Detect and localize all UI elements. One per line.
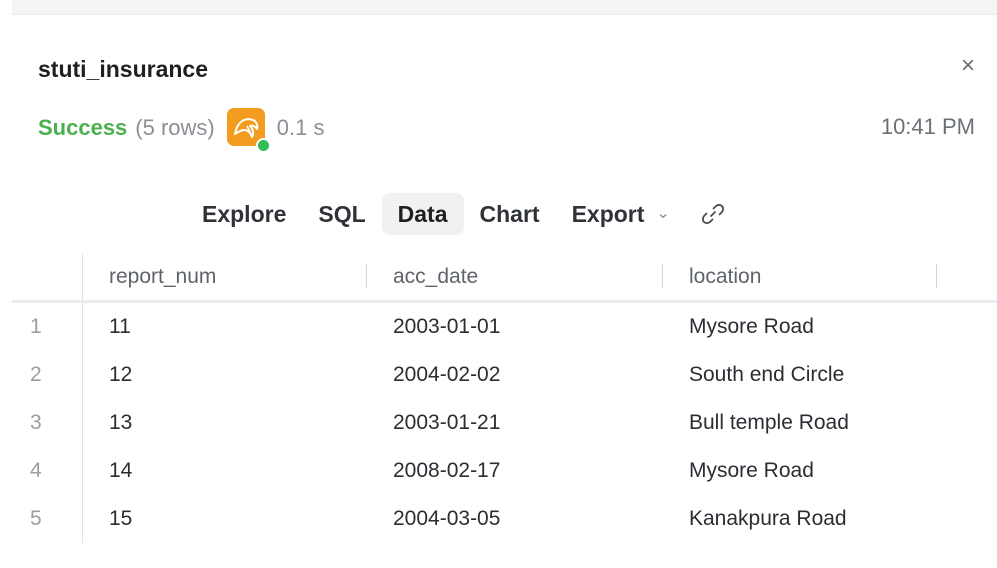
column-header-acc-date[interactable]: acc_date <box>367 254 663 303</box>
link-icon[interactable] <box>700 201 726 227</box>
cell-acc-date[interactable]: 2004-02-02 <box>367 351 663 399</box>
result-tabs: Explore SQL Data Chart Export ⌄ <box>186 192 726 236</box>
column-header-report-num[interactable]: report_num <box>82 254 367 303</box>
query-result-panel: stuti_insurance × Success (5 rows) 0.1 s… <box>0 0 997 568</box>
row-index: 3 <box>12 399 83 447</box>
table-row: 1 11 2003-01-01 Mysore Road <box>12 301 997 352</box>
tab-data[interactable]: Data <box>381 193 464 235</box>
cell-location[interactable]: Mysore Road <box>663 447 997 495</box>
cell-location[interactable]: South end Circle <box>663 351 997 399</box>
status-row: Success (5 rows) 0.1 s <box>38 108 325 153</box>
top-divider <box>12 0 997 15</box>
status-label: Success <box>38 115 128 140</box>
row-index: 2 <box>12 351 83 399</box>
table-row: 2 12 2004-02-02 South end Circle <box>12 351 997 399</box>
tab-sql[interactable]: SQL <box>302 193 381 235</box>
table-header-row: report_num acc_date location <box>12 254 997 303</box>
result-table: report_num acc_date location 1 11 2003-0… <box>12 254 997 543</box>
cell-location[interactable]: Bull temple Road <box>663 399 997 447</box>
cell-acc-date[interactable]: 2008-02-17 <box>367 447 663 495</box>
cell-report-num[interactable]: 15 <box>83 495 368 543</box>
row-index: 4 <box>12 447 83 495</box>
export-label: Export <box>571 201 645 227</box>
cell-report-num[interactable]: 13 <box>83 399 368 447</box>
tab-export[interactable]: Export ⌄ <box>556 193 686 235</box>
cell-location[interactable]: Mysore Road <box>663 302 997 352</box>
chevron-down-icon: ⌄ <box>656 205 670 222</box>
table-row: 5 15 2004-03-05 Kanakpura Road <box>12 495 997 543</box>
row-index: 5 <box>12 495 83 543</box>
row-index: 1 <box>12 301 83 351</box>
cell-report-num[interactable]: 14 <box>83 447 368 495</box>
close-icon[interactable]: × <box>956 54 980 78</box>
tab-explore[interactable]: Explore <box>186 193 302 235</box>
cell-report-num[interactable]: 11 <box>83 302 368 352</box>
connection-status-dot <box>255 138 271 153</box>
connection-title: stuti_insurance <box>38 56 208 82</box>
cell-report-num[interactable]: 12 <box>83 351 368 399</box>
cell-acc-date[interactable]: 2003-01-01 <box>367 302 663 352</box>
table-row: 3 13 2003-01-21 Bull temple Road <box>12 399 997 447</box>
cell-acc-date[interactable]: 2003-01-21 <box>367 399 663 447</box>
cell-location[interactable]: Kanakpura Road <box>663 495 997 543</box>
query-timestamp: 10:41 PM <box>880 114 975 139</box>
table-row: 4 14 2008-02-17 Mysore Road <box>12 447 997 495</box>
index-header <box>12 254 83 303</box>
row-count: (5 rows) <box>135 115 215 140</box>
mysql-dolphin-icon <box>226 108 271 153</box>
query-duration: 0.1 s <box>276 115 325 140</box>
column-header-location[interactable]: location <box>663 254 997 303</box>
tab-chart[interactable]: Chart <box>464 193 556 235</box>
cell-acc-date[interactable]: 2004-03-05 <box>367 495 663 543</box>
